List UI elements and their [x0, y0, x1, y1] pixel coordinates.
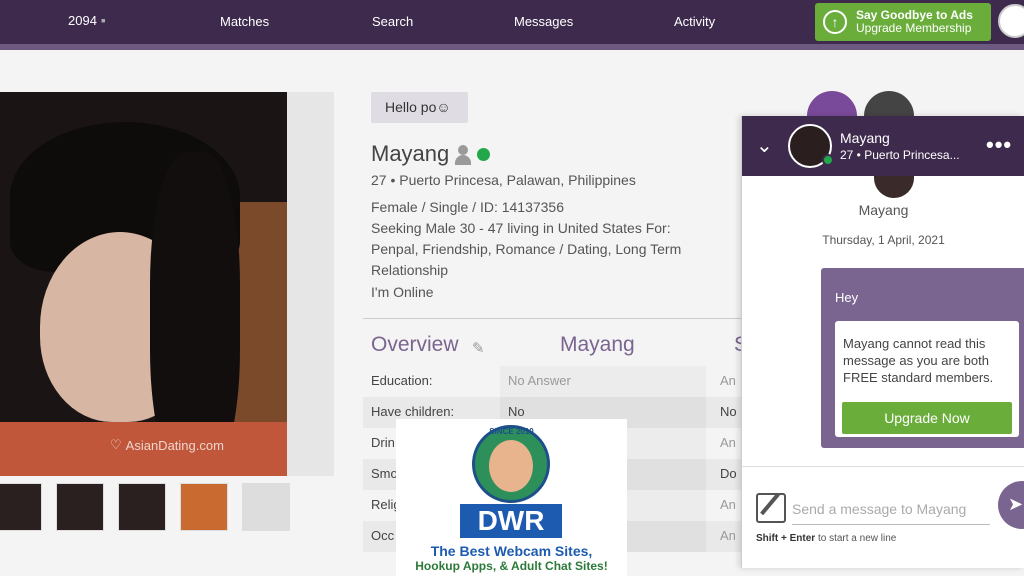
user-icon	[455, 143, 472, 165]
since-label: SINCE 2010	[489, 427, 534, 436]
notice-text: Mayang cannot read this message as you a…	[843, 336, 994, 385]
photo-thumbnail[interactable]	[118, 483, 166, 531]
nav-stripe	[0, 44, 1024, 50]
photo-thumbnail[interactable]	[180, 483, 228, 531]
top-nav: 2094 ▪ Matches Search Messages Activity …	[0, 0, 1024, 50]
profile-name: Mayang	[371, 141, 450, 166]
message-text: Hey	[835, 290, 859, 305]
online-status-icon	[822, 154, 834, 166]
profile-location: 27 • Puerto Princesa, Palawan, Philippin…	[371, 172, 636, 188]
chat-window: ⌄ Mayang 27 • Puerto Princesa... ••• May…	[741, 116, 1024, 568]
row-label: Smo	[371, 466, 398, 481]
profile-seeking-2: Penpal, Friendship, Romance / Dating, Lo…	[371, 241, 682, 257]
notification-count[interactable]: 2094 ▪	[68, 12, 106, 28]
promo-line-2: Hookup Apps, & Adult Chat Sites!	[415, 559, 608, 573]
row-value-seeking: No	[720, 404, 737, 419]
hint-shortcut: Shift + Enter	[756, 533, 816, 544]
row-value-seeking: An	[720, 497, 736, 512]
row-value-seeking: An	[720, 373, 736, 388]
profile-details: Female / Single / ID: 14137356	[371, 199, 565, 215]
tab-member-name[interactable]: Mayang	[560, 333, 635, 357]
chat-compose-area: ➤ Shift + Enter to start a new line	[742, 466, 1024, 568]
chat-contact-caption: Mayang	[858, 202, 909, 218]
nav-search[interactable]: Search	[372, 14, 413, 29]
promo-line-1: The Best Webcam Sites,	[430, 543, 593, 559]
profile-seeking-3: Relationship	[371, 262, 449, 278]
overview-row: Education: No Answer An	[363, 366, 743, 397]
nav-activity[interactable]: Activity	[674, 14, 715, 29]
send-icon[interactable]: ➤	[998, 481, 1024, 529]
arrow-up-icon: ↑	[823, 10, 847, 34]
row-label: Have children:	[371, 404, 455, 419]
upgrade-membership-button[interactable]: ↑ Say Goodbye to Ads Upgrade Membership	[815, 3, 991, 41]
user-avatar[interactable]	[998, 4, 1024, 38]
profile-status: I'm Online	[371, 284, 434, 300]
row-value-seeking: An	[720, 435, 736, 450]
row-value-seeking: Do	[720, 466, 737, 481]
row-label: Education:	[371, 373, 433, 388]
promo-watermark: SINCE 2010 DWR The Best Webcam Sites, Ho…	[396, 419, 627, 576]
count-label: 2094	[68, 12, 97, 28]
upgrade-now-button[interactable]: Upgrade Now	[842, 402, 1012, 434]
watermark-text: AsianDating.com	[125, 437, 224, 453]
row-value: No Answer	[500, 366, 706, 397]
greeting-message: Hello po☺	[371, 92, 468, 123]
more-options-icon[interactable]: •••	[986, 132, 1012, 158]
section-divider	[363, 318, 743, 319]
chat-header: ⌄ Mayang 27 • Puerto Princesa... •••	[742, 116, 1024, 176]
online-status-icon	[477, 147, 491, 161]
upgrade-subtitle: Upgrade Membership	[856, 21, 972, 35]
nav-matches[interactable]: Matches	[220, 14, 269, 29]
hint-text: to start a new line	[815, 533, 897, 544]
message-input[interactable]	[792, 493, 990, 525]
row-label: Occ	[371, 528, 395, 543]
row-label: Drin	[371, 435, 395, 450]
chat-date: Thursday, 1 April, 2021	[822, 233, 945, 247]
main-profile-photo[interactable]: ♡ AsianDating.com	[0, 92, 287, 476]
input-hint: Shift + Enter to start a new line	[756, 533, 896, 544]
heart-icon: ♡	[110, 437, 122, 452]
profile-name-row: Mayang	[371, 141, 491, 167]
chat-contact-avatar	[874, 176, 914, 198]
chat-bubbles-icon: ▪	[100, 12, 106, 28]
photo-watermark: ♡ AsianDating.com	[110, 437, 224, 453]
photo-thumbnail[interactable]	[242, 483, 290, 531]
chat-contact-location: 27 • Puerto Princesa...	[840, 148, 960, 162]
chat-contact-name[interactable]: Mayang	[840, 130, 890, 146]
mascot-face	[489, 440, 533, 492]
nav-messages[interactable]: Messages	[514, 14, 573, 29]
pencil-icon[interactable]: ✎	[472, 339, 488, 357]
sticker-icon[interactable]	[756, 493, 786, 523]
photo-thumbnail[interactable]	[0, 483, 42, 531]
dwr-logo: DWR	[460, 504, 562, 538]
chevron-down-icon[interactable]: ⌄	[756, 133, 773, 158]
tab-overview[interactable]: Overview	[371, 333, 459, 357]
photo-thumbnail[interactable]	[56, 483, 104, 531]
profile-seeking: Seeking Male 30 - 47 living in United St…	[371, 220, 671, 236]
mascot-logo	[472, 425, 550, 503]
upgrade-notice: Mayang cannot read this message as you a…	[835, 321, 1019, 437]
row-value-seeking: An	[720, 528, 736, 543]
